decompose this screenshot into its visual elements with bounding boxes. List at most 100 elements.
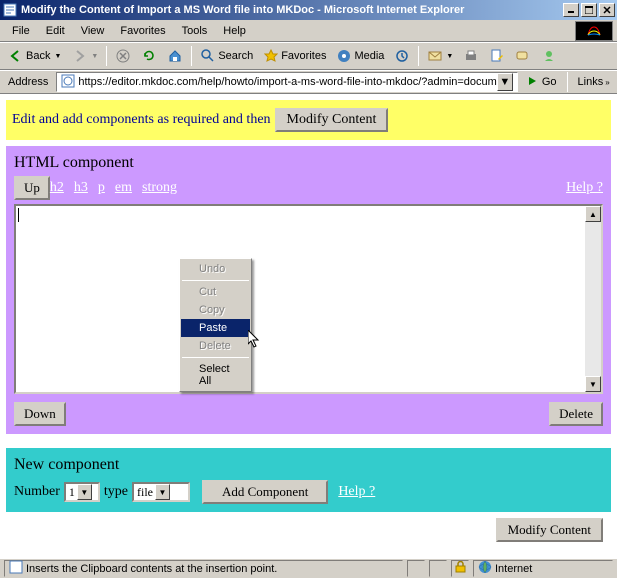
toolbar: Back ▼ ▼ Search Favorites Media ▼ — [0, 42, 617, 70]
status-text: Inserts the Clipboard contents at the in… — [26, 563, 277, 575]
search-icon — [200, 48, 216, 64]
forward-dropdown-icon: ▼ — [91, 53, 98, 60]
address-dropdown-icon[interactable]: ▼ — [497, 73, 513, 91]
back-arrow-icon — [8, 48, 24, 64]
go-button[interactable]: Go — [522, 72, 561, 93]
toolbar-separator — [106, 46, 107, 66]
help-link[interactable]: Help ? — [566, 180, 603, 196]
tag-h2-link[interactable]: h2 — [50, 180, 64, 196]
down-button[interactable]: Down — [14, 402, 66, 426]
forward-arrow-icon — [71, 48, 87, 64]
status-text-pane: Inserts the Clipboard contents at the in… — [4, 560, 403, 577]
scroll-track[interactable] — [585, 222, 601, 376]
media-button[interactable]: Media — [332, 45, 388, 67]
zone-label: Internet — [495, 563, 532, 575]
number-select[interactable]: 1 ▼ — [64, 482, 100, 502]
home-button[interactable] — [163, 45, 187, 67]
new-component-section: New component Number 1 ▼ type file ▼ Add… — [6, 448, 611, 512]
up-button[interactable]: Up — [14, 176, 50, 200]
favorites-button[interactable]: Favorites — [259, 45, 330, 67]
delete-button[interactable]: Delete — [549, 402, 603, 426]
statusbar: Inserts the Clipboard contents at the in… — [0, 558, 617, 578]
refresh-button[interactable] — [137, 45, 161, 67]
modify-content-bottom-button[interactable]: Modify Content — [496, 518, 603, 542]
ie-page-icon — [2, 2, 18, 18]
context-paste[interactable]: Paste — [181, 319, 250, 337]
context-delete[interactable]: Delete — [181, 337, 250, 355]
history-icon — [394, 48, 410, 64]
search-label: Search — [218, 50, 253, 62]
text-caret — [18, 208, 19, 222]
messenger-button[interactable] — [537, 45, 561, 67]
minimize-button[interactable] — [563, 3, 579, 17]
menu-favorites[interactable]: Favorites — [112, 23, 173, 39]
media-label: Media — [354, 50, 384, 62]
address-url: https://editor.mkdoc.com/help/howto/impo… — [78, 76, 496, 88]
mail-icon — [427, 48, 443, 64]
links-label[interactable]: Links» — [574, 76, 614, 88]
discuss-button[interactable] — [511, 45, 535, 67]
context-copy[interactable]: Copy — [181, 301, 250, 319]
page-content: Edit and add components as required and … — [0, 94, 617, 578]
instruction-banner: Edit and add components as required and … — [6, 100, 611, 140]
modify-content-button[interactable]: Modify Content — [275, 108, 389, 132]
bottom-bar: Modify Content — [6, 512, 611, 548]
window-titlebar: Modify the Content of Import a MS Word f… — [0, 0, 617, 20]
toolbar-separator — [191, 46, 192, 66]
discuss-icon — [515, 48, 531, 64]
tag-em-link[interactable]: em — [115, 180, 132, 196]
search-button[interactable]: Search — [196, 45, 257, 67]
context-undo[interactable]: Undo — [181, 260, 250, 278]
stop-button[interactable] — [111, 45, 135, 67]
favorites-label: Favorites — [281, 50, 326, 62]
context-cut[interactable]: Cut — [181, 283, 250, 301]
back-dropdown-icon: ▼ — [54, 53, 61, 60]
edit-button[interactable] — [485, 45, 509, 67]
menu-view[interactable]: View — [73, 23, 113, 39]
print-icon — [463, 48, 479, 64]
home-icon — [167, 48, 183, 64]
vertical-scrollbar[interactable]: ▲ ▼ — [585, 206, 601, 392]
menubar: File Edit View Favorites Tools Help — [0, 20, 617, 42]
tag-h3-link[interactable]: h3 — [74, 180, 88, 196]
go-icon — [526, 74, 540, 91]
tag-p-link[interactable]: p — [98, 180, 105, 196]
menu-help[interactable]: Help — [215, 23, 254, 39]
help-link[interactable]: Help ? — [338, 484, 375, 500]
print-button[interactable] — [459, 45, 483, 67]
menu-tools[interactable]: Tools — [174, 23, 216, 39]
scroll-down-button[interactable]: ▼ — [585, 376, 601, 392]
toolbar-separator — [418, 46, 419, 66]
html-component-section: HTML component Up h2 h3 p em strong Help… — [6, 146, 611, 434]
type-label: type — [104, 484, 128, 500]
address-input[interactable]: https://editor.mkdoc.com/help/howto/impo… — [56, 72, 517, 92]
back-label: Back — [26, 50, 50, 62]
forward-button[interactable]: ▼ — [67, 45, 102, 67]
edit-icon — [489, 48, 505, 64]
context-select-all[interactable]: Select All — [181, 360, 250, 390]
toolbar-separator — [567, 72, 568, 92]
menu-file[interactable]: File — [4, 23, 38, 39]
maximize-button[interactable] — [581, 3, 597, 17]
security-zone-pane: Internet — [473, 560, 613, 577]
history-button[interactable] — [390, 45, 414, 67]
stop-icon — [115, 48, 131, 64]
number-label: Number — [14, 484, 60, 500]
status-pane — [407, 560, 425, 577]
add-component-button[interactable]: Add Component — [202, 480, 328, 504]
close-button[interactable] — [599, 3, 615, 17]
addressbar: Address https://editor.mkdoc.com/help/ho… — [0, 70, 617, 94]
mail-button[interactable]: ▼ — [423, 45, 457, 67]
menu-edit[interactable]: Edit — [38, 23, 73, 39]
ssl-lock-pane — [451, 560, 469, 577]
internet-zone-icon — [478, 560, 492, 577]
scroll-up-button[interactable]: ▲ — [585, 206, 601, 222]
number-value: 1 — [69, 485, 75, 500]
tag-strong-link[interactable]: strong — [142, 180, 177, 196]
html-textarea[interactable]: ▲ ▼ — [14, 204, 603, 394]
tag-links: h2 h3 p em strong — [50, 180, 177, 196]
type-select[interactable]: file ▼ — [132, 482, 190, 502]
back-button[interactable]: Back ▼ — [4, 45, 65, 67]
context-separator — [182, 280, 249, 281]
go-label: Go — [542, 76, 557, 88]
